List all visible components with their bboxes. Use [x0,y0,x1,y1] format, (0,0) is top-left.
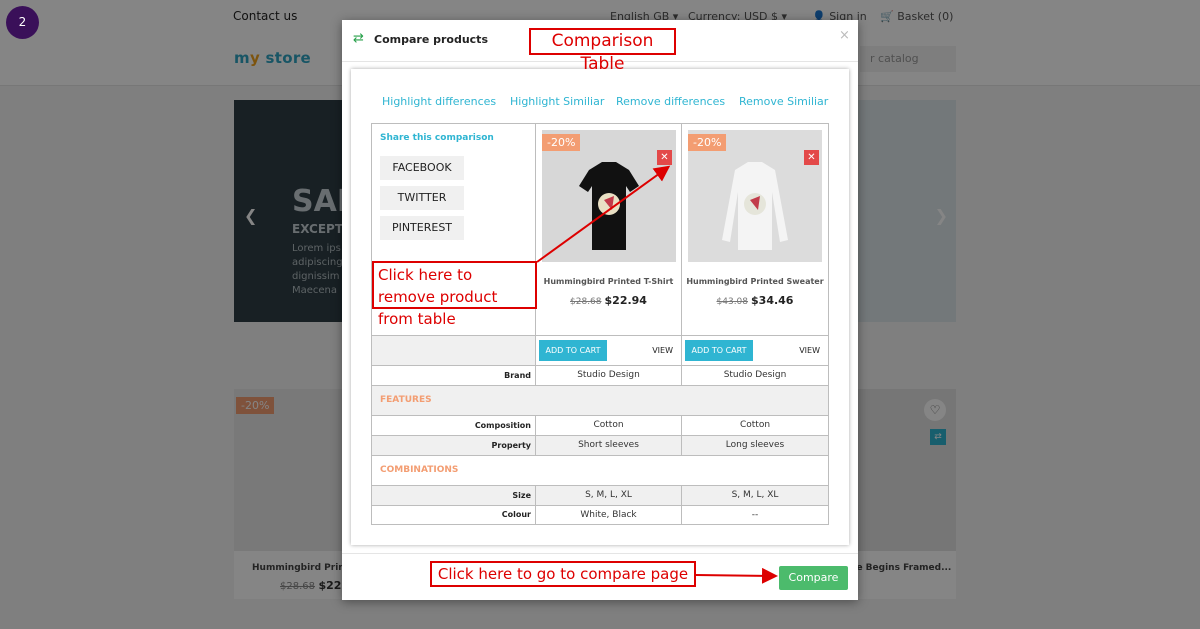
action-cell: ADD TO CART VIEW [536,336,682,366]
colour-value: -- [751,510,759,520]
size-value: S, M, L, XL [682,486,828,506]
step-badge: 2 [6,6,39,39]
product-column-1: -20% ✕ Hummingbird Printed T-Shirt $28.6… [536,124,682,336]
add-to-cart-button[interactable]: ADD TO CART [685,340,753,361]
product-name[interactable]: Hummingbird Printed T-Shirt [536,277,681,286]
compare-arrows-icon: ⇄ [353,31,364,46]
discount-badge: -20% [688,134,727,151]
property-value: Long sleeves [682,436,828,456]
brand-value: Studio Design [682,366,828,386]
size-label: Size [372,486,536,506]
colour-value: White, Black [536,506,682,524]
colour-label: Colour [372,506,536,524]
modal-title: Compare products [374,33,488,46]
action-label-cell [372,336,536,366]
product-price: $28.68 $22.94 [570,294,647,307]
compare-button[interactable]: Compare [779,566,848,590]
remove-product-annotation: Click here to remove product from table [372,261,537,328]
facebook-share-button[interactable]: FACEBOOK [380,156,464,180]
discount-badge: -20% [542,134,581,151]
close-icon[interactable]: × [839,28,850,43]
product-name[interactable]: Hummingbird Printed Sweater [682,277,828,286]
brand-value: Studio Design [536,366,682,386]
remove-similar-link[interactable]: Remove Similiar [739,95,828,108]
pinterest-share-button[interactable]: PINTEREST [380,216,464,240]
property-label: Property [372,436,536,456]
view-product-link[interactable]: VIEW [799,346,820,355]
action-cell: ADD TO CART VIEW [682,336,828,366]
composition-value: Cotton [536,416,682,436]
property-value: Short sleeves [536,436,682,456]
view-product-link[interactable]: VIEW [652,346,673,355]
add-to-cart-button[interactable]: ADD TO CART [539,340,607,361]
product-column-2: -20% ✕ Hummingbird Printed Sweater $43.0… [682,124,828,336]
twitter-share-button[interactable]: TWITTER [380,186,464,210]
product-price: $43.08 $34.46 [716,294,794,307]
remove-differences-link[interactable]: Remove differences [616,95,725,108]
brand-label: Brand [372,366,536,386]
share-title: Share this comparison [380,133,494,143]
highlight-similar-link[interactable]: Highlight Similiar [510,95,604,108]
composition-label: Composition [372,416,536,436]
remove-product-icon[interactable]: ✕ [657,150,672,165]
composition-value: Cotton [682,416,828,436]
size-value: S, M, L, XL [536,486,682,506]
combinations-section-header: COMBINATIONS [372,456,828,486]
highlight-differences-link[interactable]: Highlight differences [382,95,496,108]
features-section-header: FEATURES [372,386,828,416]
remove-product-icon[interactable]: ✕ [804,150,819,165]
comparison-table-annotation: Comparison Table [529,28,676,74]
compare-page-annotation: Click here to go to compare page [430,561,696,587]
